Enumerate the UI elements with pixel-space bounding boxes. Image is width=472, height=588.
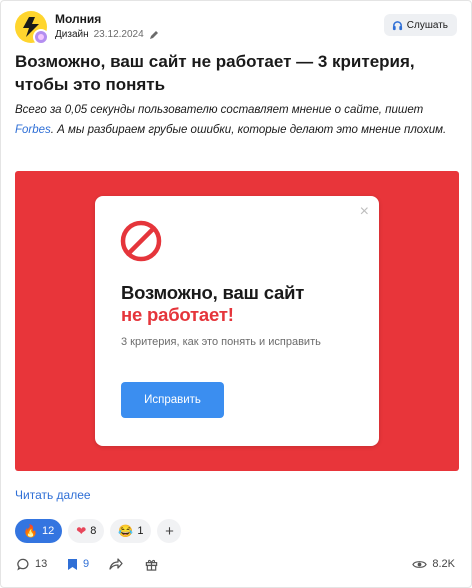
laughing-face-icon: 😂	[118, 524, 134, 538]
eye-icon	[412, 560, 428, 568]
reaction-heart[interactable]: ❤ 8	[68, 519, 105, 543]
reaction-count: 1	[137, 525, 144, 537]
views-count: 8.2K	[432, 558, 455, 570]
post-meta: Дизайн 23.12.2024	[55, 29, 159, 40]
category-label[interactable]: Дизайн	[55, 29, 89, 40]
post-date: 23.12.2024	[93, 29, 144, 40]
pencil-icon	[149, 30, 158, 39]
post-footer: 13 9 8.2K	[15, 553, 457, 575]
bookmarks-count: 9	[83, 558, 90, 570]
post-lead: Всего за 0,05 секунды пользователю соста…	[15, 100, 455, 140]
headphones-icon	[392, 20, 402, 30]
fire-icon: 🔥	[23, 524, 38, 538]
listen-button[interactable]: Слушать	[383, 14, 457, 36]
heart-icon: ❤	[76, 524, 87, 538]
reaction-count: 8	[90, 525, 97, 537]
forbes-link[interactable]: Forbes	[15, 124, 51, 136]
reaction-count: 12	[41, 525, 55, 537]
reactions-bar: 🔥 12 ❤ 8 😂 1 +	[15, 519, 182, 543]
lead-text-start: Всего за 0,05 секунды пользователю соста…	[15, 104, 424, 116]
listen-label: Слушать	[406, 19, 448, 31]
bookmark-icon	[68, 558, 77, 570]
share-arrow-icon	[109, 558, 123, 570]
author-name[interactable]: Молния	[55, 12, 101, 26]
hero-title-line1: Возможно, ваш сайт	[121, 282, 305, 303]
gift-icon	[145, 559, 158, 571]
comments-button[interactable]: 13	[17, 553, 47, 575]
hero-image[interactable]: × Возможно, ваш сайт не работает! 3 крит…	[15, 171, 459, 471]
bookmark-button[interactable]: 9	[67, 553, 89, 575]
lead-text-end: . А мы разбираем грубые ошибки, которые …	[50, 124, 447, 136]
hero-fix-button: Исправить	[121, 382, 224, 418]
reaction-fire[interactable]: 🔥 12	[15, 519, 63, 543]
share-button[interactable]	[109, 553, 123, 575]
comment-icon	[17, 558, 29, 571]
post-title[interactable]: Возможно, ваш сайт не работает — 3 крите…	[15, 50, 455, 96]
read-more-link[interactable]: Читать далее	[15, 488, 91, 502]
donate-button[interactable]	[145, 553, 158, 575]
comments-count: 13	[35, 558, 48, 570]
add-reaction-button[interactable]: +	[157, 519, 182, 543]
hero-subtitle: 3 критерия, как это понять и исправить	[121, 336, 321, 348]
prohibited-icon	[120, 220, 162, 262]
views-counter: 8.2K	[412, 553, 455, 575]
author-avatar[interactable]	[33, 29, 49, 45]
close-icon: ×	[359, 203, 369, 220]
post-header: Молния Дизайн 23.12.2024 Слушать	[15, 11, 457, 45]
hero-title-line2: не работает!	[121, 304, 234, 325]
post-card: Молния Дизайн 23.12.2024 Слушать Возможн…	[0, 0, 472, 588]
reaction-laugh[interactable]: 😂 1	[110, 519, 152, 543]
hero-modal-illustration: × Возможно, ваш сайт не работает! 3 крит…	[95, 196, 379, 446]
